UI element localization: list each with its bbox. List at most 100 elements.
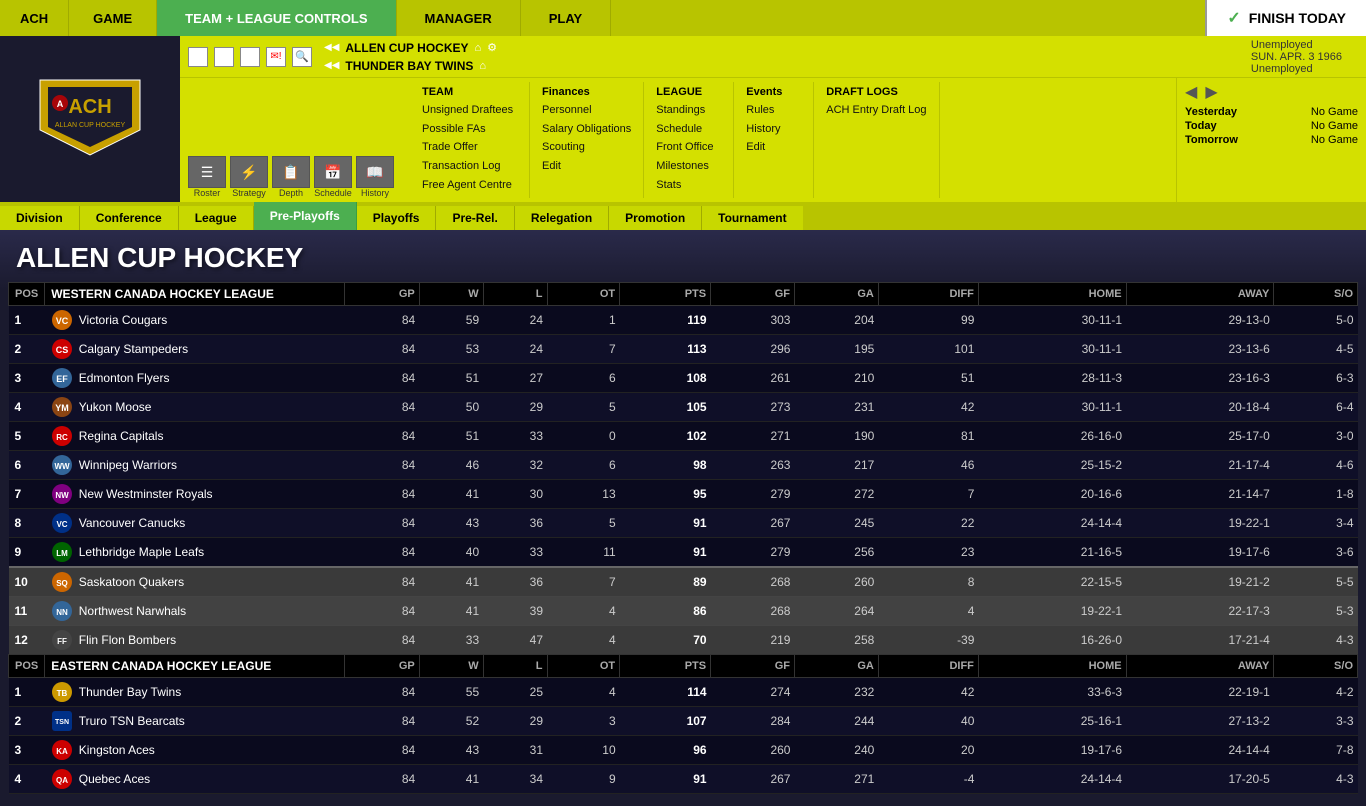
svg-text:WW: WW (54, 462, 70, 471)
svg-text:YM: YM (55, 403, 69, 413)
svg-text:SQ: SQ (56, 579, 68, 588)
nav-item-play[interactable]: PLAY (521, 0, 611, 36)
svg-text:QA: QA (56, 776, 68, 785)
table-row[interactable]: 6 WWWinnipeg Warriors 84 46 32 6 98 263 … (9, 451, 1358, 480)
thunder-bay-twins-link[interactable]: THUNDER BAY TWINS (345, 59, 473, 73)
depth-icon-item[interactable]: 📋 Depth (272, 156, 310, 198)
schedule-icon-item[interactable]: 📅 Schedule (314, 156, 352, 198)
finish-today-button[interactable]: ✓ FINISH TODAY (1205, 0, 1366, 36)
yesterday-label: Yesterday (1185, 106, 1237, 118)
eastern-league-name: EASTERN CANADA HOCKEY LEAGUE (45, 655, 345, 678)
depth-label: Depth (279, 188, 303, 198)
table-row[interactable]: 1 TBThunder Bay Twins 84 55 25 4 114 274… (9, 678, 1358, 707)
checkmark-icon: ✓ (1227, 8, 1240, 28)
western-gp-header: GP (345, 283, 420, 306)
tab-conference[interactable]: Conference (80, 206, 179, 230)
nav-item-ach[interactable]: ACH (0, 0, 69, 36)
finance-salary[interactable]: Salary Obligations (542, 120, 631, 139)
finish-today-label: FINISH TODAY (1249, 10, 1346, 26)
schedule-prev-button[interactable]: ◀ (1185, 82, 1197, 102)
table-row[interactable]: 3 KAKingston Aces 84 43 31 10 96 260 240… (9, 736, 1358, 765)
tab-relegation[interactable]: Relegation (515, 206, 609, 230)
team-unsigned-draftees[interactable]: Unsigned Draftees (422, 101, 517, 120)
strategy-icon-item[interactable]: ⚡ Strategy (230, 156, 268, 198)
nav-mail-button[interactable]: ✉! (266, 47, 286, 67)
table-row[interactable]: 9 LMLethbridge Maple Leafs 84 40 33 11 9… (9, 538, 1358, 568)
table-row[interactable]: 8 VCVancouver Canucks 84 43 36 5 91 267 … (9, 509, 1358, 538)
tab-pre-playoffs[interactable]: Pre-Playoffs (254, 202, 357, 230)
svg-text:TSN: TSN (55, 719, 69, 726)
svg-text:NN: NN (56, 608, 68, 617)
table-row[interactable]: 11 NNNorthwest Narwhals 84 41 39 4 86 26… (9, 597, 1358, 626)
table-row[interactable]: 1 VCVictoria Cougars 84 59 24 1 119 303 … (9, 306, 1358, 335)
finance-edit[interactable]: Edit (542, 157, 631, 176)
nav-item-game[interactable]: GAME (69, 0, 157, 36)
team-transaction-log[interactable]: Transaction Log (422, 157, 517, 176)
svg-text:KA: KA (56, 747, 68, 756)
table-row[interactable]: 3 EFEdmonton Flyers 84 51 27 6 108 261 2… (9, 364, 1358, 393)
twins-home-icon[interactable]: ⌂ (479, 60, 486, 72)
table-row[interactable]: 5 RCRegina Capitals 84 51 33 0 102 271 1… (9, 422, 1358, 451)
finance-scouting[interactable]: Scouting (542, 138, 631, 157)
schedule-next-button[interactable]: ▶ (1205, 82, 1217, 102)
allen-home-icon[interactable]: ⌂ (475, 42, 482, 54)
roster-icon-item[interactable]: ☰ Roster (188, 156, 226, 198)
nav-home-button[interactable]: ⌂ (240, 47, 260, 67)
eastern-pos-header: POS (9, 655, 45, 678)
table-row[interactable]: 7 NWNew Westminster Royals 84 41 30 13 9… (9, 480, 1358, 509)
league-front-office[interactable]: Front Office (656, 138, 721, 157)
allen-left-arrow: ◀◀ (324, 42, 339, 53)
table-row[interactable]: 2 TSNTruro TSN Bearcats 84 52 29 3 107 2… (9, 707, 1358, 736)
svg-text:VC: VC (56, 520, 67, 529)
table-row[interactable]: 12 FFFlin Flon Bombers 84 33 47 4 70 219… (9, 626, 1358, 655)
western-w-header: W (419, 283, 483, 306)
allen-settings-icon[interactable]: ⚙ (487, 41, 497, 54)
manager-name: Unemployed (1251, 63, 1342, 75)
nav-item-team-league[interactable]: TEAM + LEAGUE CONTROLS (157, 0, 396, 36)
table-row[interactable]: 4 QAQuebec Aces 84 41 34 9 91 267 271 -4… (9, 765, 1358, 794)
league-standings[interactable]: Standings (656, 101, 721, 120)
western-so-header: S/O (1274, 283, 1358, 306)
eastern-header-row: POS EASTERN CANADA HOCKEY LEAGUE GP W L … (9, 655, 1358, 678)
draft-logs-title: DRAFT LOGS (826, 86, 926, 98)
nav-search-button[interactable]: 🔍 (292, 47, 312, 67)
svg-text:RC: RC (56, 433, 68, 442)
svg-text:CS: CS (55, 345, 68, 355)
league-schedule[interactable]: Schedule (656, 120, 721, 139)
draft-ach-entry[interactable]: ACH Entry Draft Log (826, 101, 926, 120)
nav-forward-button[interactable]: ▶ (214, 47, 234, 67)
table-row[interactable]: 2 CSCalgary Stampeders 84 53 24 7 113 29… (9, 335, 1358, 364)
league-stats[interactable]: Stats (656, 176, 721, 195)
tab-playoffs[interactable]: Playoffs (357, 206, 437, 230)
history-icon-item[interactable]: 📖 History (356, 156, 394, 198)
tab-tournament[interactable]: Tournament (702, 206, 802, 230)
events-history[interactable]: History (746, 120, 801, 139)
page-title: ALLEN CUP HOCKEY (0, 230, 1366, 282)
allen-cup-hockey-link[interactable]: ALLEN CUP HOCKEY (345, 41, 468, 55)
team-trade-offer[interactable]: Trade Offer (422, 138, 517, 157)
team-possible-fas[interactable]: Possible FAs (422, 120, 517, 139)
events-edit[interactable]: Edit (746, 138, 801, 157)
tab-league[interactable]: League (179, 206, 254, 230)
finance-personnel[interactable]: Personnel (542, 101, 631, 120)
events-rules[interactable]: Rules (746, 101, 801, 120)
svg-text:ACH: ACH (68, 96, 111, 118)
western-away-header: AWAY (1126, 283, 1274, 306)
svg-text:LM: LM (56, 549, 68, 558)
manager-status: Unemployed (1251, 39, 1342, 51)
nav-back-button[interactable]: ◀ (188, 47, 208, 67)
nav-item-manager[interactable]: MANAGER (397, 0, 521, 36)
table-row[interactable]: 10 SQSaskatoon Quakers 84 41 36 7 89 268… (9, 567, 1358, 597)
svg-text:FF: FF (57, 637, 67, 646)
yesterday-value: No Game (1311, 106, 1358, 118)
league-milestones[interactable]: Milestones (656, 157, 721, 176)
team-free-agent-centre[interactable]: Free Agent Centre (422, 176, 517, 195)
svg-text:TB: TB (56, 689, 67, 698)
western-home-header: HOME (978, 283, 1126, 306)
western-l-header: L (483, 283, 547, 306)
western-ga-header: GA (794, 283, 878, 306)
table-row[interactable]: 4 YMYukon Moose 84 50 29 5 105 273 231 4… (9, 393, 1358, 422)
tab-promotion[interactable]: Promotion (609, 206, 702, 230)
tab-pre-rel[interactable]: Pre-Rel. (436, 206, 514, 230)
tab-division[interactable]: Division (0, 206, 80, 230)
